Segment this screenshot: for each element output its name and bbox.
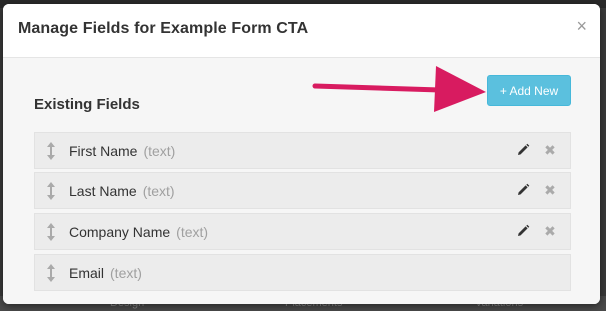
modal-body: Existing Fields + Add New First Name (tex…	[3, 58, 600, 304]
field-name: Email	[69, 265, 105, 281]
field-label: Last Name (text)	[69, 183, 175, 199]
field-type: (text)	[110, 265, 142, 281]
field-label: Company Name (text)	[69, 224, 208, 240]
drag-handle-icon[interactable]	[45, 263, 57, 283]
field-row-last-name[interactable]: Last Name (text) ✖	[34, 172, 571, 209]
x-icon[interactable]: ✖	[543, 180, 557, 200]
field-name: Last Name	[69, 183, 137, 199]
section-title: Existing Fields	[34, 96, 140, 113]
drag-handle-icon[interactable]	[45, 181, 57, 201]
pencil-icon[interactable]	[516, 224, 530, 238]
add-new-button[interactable]: + Add New	[487, 75, 571, 106]
modal-header: Manage Fields for Example Form CTA ×	[3, 4, 600, 58]
field-type: (text)	[176, 224, 209, 240]
x-icon[interactable]: ✖	[543, 140, 557, 160]
drag-handle-icon[interactable]	[45, 141, 57, 161]
drag-handle-icon[interactable]	[45, 222, 57, 242]
field-label: Email (text)	[69, 265, 142, 281]
field-type: (text)	[142, 183, 175, 199]
close-icon[interactable]: ×	[576, 17, 587, 35]
field-name: First Name	[69, 143, 138, 159]
field-name: Company Name	[69, 224, 171, 240]
field-row-first-name[interactable]: First Name (text) ✖	[34, 132, 571, 169]
field-row-email[interactable]: Email (text)	[34, 254, 571, 291]
field-label: First Name (text)	[69, 143, 175, 159]
x-icon[interactable]: ✖	[543, 221, 557, 241]
modal-title: Manage Fields for Example Form CTA	[18, 20, 309, 37]
pencil-icon[interactable]	[516, 143, 530, 157]
pencil-icon[interactable]	[516, 183, 530, 197]
manage-fields-modal: Manage Fields for Example Form CTA × Exi…	[3, 4, 600, 304]
field-type: (text)	[143, 143, 176, 159]
field-row-company-name[interactable]: Company Name (text) ✖	[34, 213, 571, 250]
